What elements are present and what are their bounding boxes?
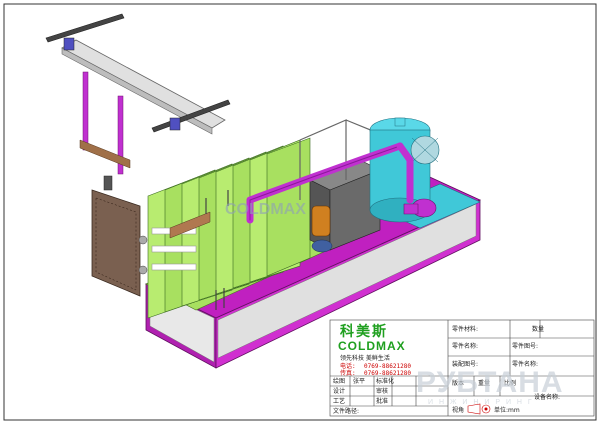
design-label: 设计 [333,387,345,395]
watermark-sub: И Н Ж И Н И Р И Н Г [428,399,534,406]
draw-label: 绘图 [333,377,345,385]
logo-slogan: 领先科技 美鲜生活 [340,354,390,362]
unit-label: 单位:mm [494,406,520,414]
logo-chinese: 科美斯 [340,323,388,340]
file-path-label: 文件路径: [333,407,359,415]
hanger-posts [79,71,131,175]
part-name-label: 零件名称: [452,342,478,350]
quantity-label: 数量 [532,325,544,333]
approve-label: 批准 [376,397,388,405]
part-material-label: 零件材料: [452,325,478,333]
logo-brand: COLDMAX [338,339,406,353]
cad-drawing: COLDMAX 科美斯 COLDMAX 领先科技 美鲜生活 电话: 0769-8… [3,3,597,421]
orange-filter [311,205,331,237]
overhead-rail [45,13,231,135]
fax-value: 0769-88621280 [364,370,411,377]
watermark-brand: РУБТАНА [416,366,564,399]
rail-bracket-right [169,117,181,131]
process-label: 工艺 [333,397,345,405]
fax-label: 传真: [340,369,356,377]
drawing-sheet: COLDMAX 科美斯 COLDMAX 领先科技 美鲜生活 电话: 0769-8… [0,0,600,424]
rail-bracket-left [63,37,75,51]
rail-crossbar-left [45,13,125,43]
view-label: 视角 [452,406,464,414]
review-label: 审核 [376,387,388,395]
standard-label: 标准化 [376,377,394,385]
part-drawing-label: 零件图号: [512,342,538,350]
phone-label: 电话: [340,362,356,370]
coldmax-watermark: COLDMAX [225,201,306,218]
phone-value: 0769-88621280 [364,363,411,370]
draw-name: 张平 [353,377,365,385]
